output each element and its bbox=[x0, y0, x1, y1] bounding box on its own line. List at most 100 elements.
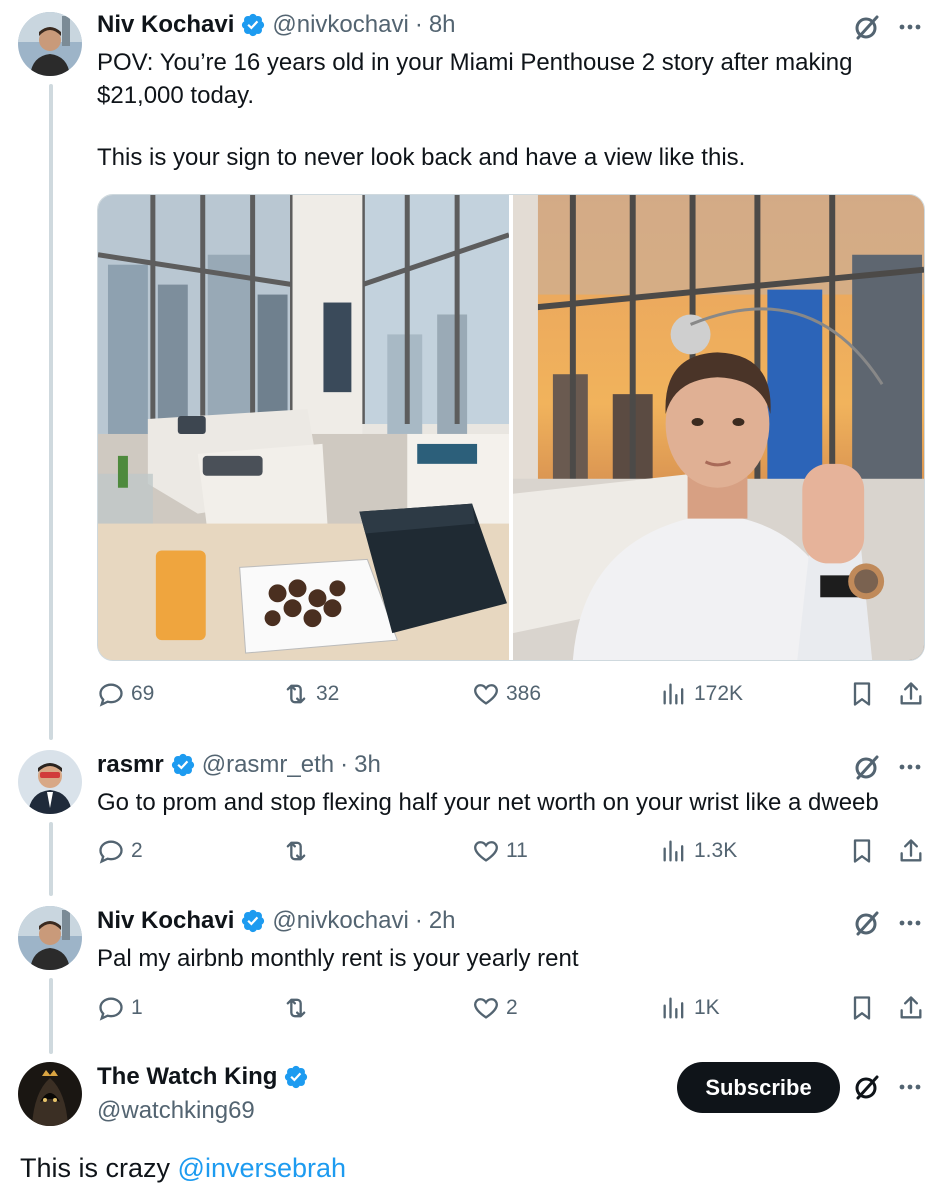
grok-icon[interactable] bbox=[852, 908, 882, 938]
views-button[interactable]: 1.3K bbox=[660, 837, 737, 865]
author-name[interactable]: rasmr bbox=[97, 750, 164, 780]
tweet-text: POV: You’re 16 years old in your Miami P… bbox=[97, 46, 917, 174]
avatar[interactable] bbox=[18, 750, 82, 814]
timestamp[interactable]: 8h bbox=[429, 10, 456, 40]
share-icon bbox=[900, 682, 922, 705]
more-icon[interactable] bbox=[896, 909, 924, 937]
more-icon[interactable] bbox=[896, 1073, 924, 1101]
grok-icon[interactable] bbox=[852, 752, 882, 782]
author-handle[interactable]: @nivkochavi bbox=[272, 906, 408, 936]
tweet-text-line: POV: You’re 16 years old in your Miami P… bbox=[97, 49, 853, 76]
avatar[interactable] bbox=[18, 1062, 82, 1126]
tweet-top-icons bbox=[852, 908, 924, 938]
tweet-text: Pal my airbnb monthly rent is your yearl… bbox=[97, 945, 579, 972]
author-handle[interactable]: @watchking69 bbox=[97, 1096, 255, 1126]
grok-icon[interactable] bbox=[852, 1072, 882, 1102]
like-icon bbox=[474, 841, 498, 862]
reply-body: This is crazy bbox=[20, 1153, 178, 1183]
subscribe-button[interactable]: Subscribe bbox=[677, 1062, 840, 1113]
avatar[interactable] bbox=[18, 12, 82, 76]
media-photo-apartment[interactable] bbox=[98, 195, 509, 660]
repost-button[interactable]: 32 bbox=[282, 680, 339, 708]
bookmark-icon bbox=[853, 996, 871, 1020]
thread-line-2 bbox=[49, 822, 53, 896]
like-button[interactable]: 386 bbox=[472, 680, 541, 708]
repost-button[interactable] bbox=[282, 994, 316, 1022]
reply-icon bbox=[99, 683, 123, 707]
tweet-header: rasmr @rasmr_eth · 3h bbox=[97, 750, 381, 780]
like-button[interactable]: 2 bbox=[472, 994, 518, 1022]
bookmark-button[interactable] bbox=[848, 837, 876, 870]
author-handle[interactable]: @rasmr_eth bbox=[202, 750, 334, 780]
views-count: 1.3K bbox=[694, 839, 738, 862]
tweet-header: Niv Kochavi @nivkochavi · 2h bbox=[97, 906, 456, 936]
author-name[interactable]: Niv Kochavi bbox=[97, 906, 234, 936]
thread-line-3 bbox=[49, 978, 53, 1054]
author-name[interactable]: Niv Kochavi bbox=[97, 10, 234, 40]
separator-dot: · bbox=[414, 907, 423, 934]
tweet-top-icons bbox=[852, 752, 924, 782]
repost-icon bbox=[286, 684, 306, 704]
bookmark-button[interactable] bbox=[848, 680, 876, 713]
repost-icon bbox=[286, 998, 306, 1018]
tweet-header: Niv Kochavi @nivkochavi · 8h bbox=[97, 10, 456, 40]
verified-badge-icon bbox=[242, 909, 265, 933]
separator-dot: · bbox=[340, 751, 349, 778]
more-icon[interactable] bbox=[896, 13, 924, 41]
reply-author-header: The Watch King bbox=[97, 1062, 315, 1092]
tweet-text-spacer bbox=[97, 112, 917, 141]
reply-button[interactable]: 1 bbox=[97, 994, 143, 1022]
reply-icon bbox=[99, 997, 123, 1021]
share-icon bbox=[900, 839, 922, 862]
like-icon bbox=[474, 684, 498, 705]
timestamp[interactable]: 3h bbox=[354, 750, 381, 780]
more-icon[interactable] bbox=[896, 753, 924, 781]
reply-author-handle-row: @watchking69 bbox=[97, 1096, 255, 1126]
author-name[interactable]: The Watch King bbox=[97, 1062, 277, 1092]
reply-count: 69 bbox=[131, 682, 155, 705]
bookmark-button[interactable] bbox=[848, 994, 876, 1027]
reply-count: 1 bbox=[131, 996, 143, 1019]
bookmark-icon bbox=[853, 682, 871, 706]
repost-button[interactable] bbox=[282, 837, 316, 865]
like-icon bbox=[474, 998, 498, 1019]
reply-icon bbox=[99, 840, 123, 864]
tweet-text-line: $21,000 today. bbox=[97, 82, 255, 109]
mention-link[interactable]: @inversebrah bbox=[178, 1153, 347, 1183]
views-icon bbox=[663, 840, 684, 862]
reply-button[interactable]: 69 bbox=[97, 680, 154, 708]
tweet-actions: 1 2 1K bbox=[97, 994, 925, 1028]
reply-button[interactable]: 2 bbox=[97, 837, 143, 865]
tweet-text: Go to prom and stop flexing half your ne… bbox=[97, 789, 879, 816]
repost-icon bbox=[286, 841, 306, 861]
tweet-top-icons bbox=[852, 12, 924, 42]
reply-count: 2 bbox=[131, 839, 143, 862]
separator-dot: · bbox=[414, 11, 423, 38]
views-button[interactable]: 1K bbox=[660, 994, 720, 1022]
reply-text: This is crazy @inversebrah bbox=[20, 1150, 346, 1186]
like-count: 11 bbox=[506, 839, 528, 862]
verified-badge-icon bbox=[171, 753, 194, 777]
views-icon bbox=[663, 683, 684, 705]
media-photo-selfie[interactable] bbox=[513, 195, 924, 660]
share-button[interactable] bbox=[897, 837, 925, 870]
author-handle[interactable]: @nivkochavi bbox=[272, 10, 408, 40]
grok-icon[interactable] bbox=[852, 12, 882, 42]
share-icon bbox=[900, 996, 922, 1019]
share-button[interactable] bbox=[897, 680, 925, 713]
verified-badge-icon bbox=[285, 1065, 308, 1089]
views-icon bbox=[663, 997, 684, 1019]
avatar[interactable] bbox=[18, 906, 82, 970]
timestamp[interactable]: 2h bbox=[429, 906, 456, 936]
like-button[interactable]: 11 bbox=[472, 837, 528, 865]
views-count: 1K bbox=[694, 996, 720, 1019]
thread-line-1 bbox=[49, 84, 53, 740]
like-count: 386 bbox=[506, 682, 542, 705]
views-button[interactable]: 172K bbox=[660, 680, 743, 708]
like-count: 2 bbox=[506, 996, 518, 1019]
verified-badge-icon bbox=[242, 13, 265, 37]
views-count: 172K bbox=[694, 682, 744, 705]
bookmark-icon bbox=[853, 839, 871, 863]
media-grid bbox=[97, 194, 925, 661]
share-button[interactable] bbox=[897, 994, 925, 1027]
